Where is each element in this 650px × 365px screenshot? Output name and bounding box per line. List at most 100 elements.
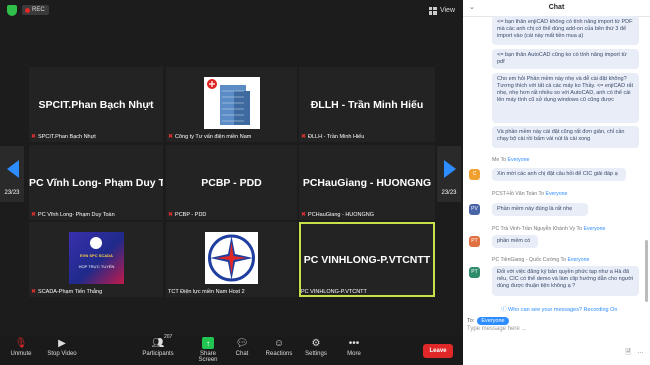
video-tile[interactable]: SPCIT.Phan Bạch Nhựt ✖ SPCIT.Phan Bạch Nh… [29, 67, 163, 142]
video-tile[interactable]: TCT Điện lực miền Nam Host 2 [166, 222, 297, 297]
page-indicator: 23/23 [4, 190, 20, 196]
recipient-selector[interactable]: To: Everyone [467, 317, 509, 325]
tile-label-text: TCT Điện lực miền Nam Host 2 [168, 289, 245, 295]
file-icon[interactable]: 🗎 [625, 348, 631, 359]
participants-label: Participants [142, 351, 174, 357]
recipient-chip[interactable]: Everyone [477, 317, 509, 325]
settings-label: Settings [305, 351, 327, 357]
video-tile[interactable]: PCBP - PDD ✖ PCBP - PDD [166, 145, 297, 220]
video-tile[interactable]: EVN SPC SCADA HỌP TRỰC TUYẾN ✖ SCADA-Phạm… [29, 222, 163, 297]
reactions-label: Reactions [265, 351, 293, 357]
tile-label-text: PCBP - PDD [175, 211, 207, 218]
chat-button[interactable]: 💬︎ Chat [232, 337, 252, 358]
to-word: To [560, 257, 566, 263]
video-tile[interactable]: PC Vĩnh Long- Phạm Duy T... ✖ PC Vĩnh Lon… [29, 145, 163, 220]
avatar: C [469, 169, 480, 180]
recipient-name: Everyone [545, 191, 568, 197]
page-indicator: 23/23 [441, 190, 457, 196]
meeting-topbar: REC View [0, 0, 463, 20]
to-label: To: [467, 318, 475, 324]
more-button[interactable]: ••• More [343, 337, 365, 358]
participant-name: PC VINHLONG-P.VTCNTT [303, 253, 431, 266]
mic-muted-icon: ✖ [168, 134, 174, 140]
video-tile[interactable]: PCHauGiang - HUONGNG ✖ PCHauGiang - HUONG… [299, 145, 435, 220]
chat-footer: ⓘ Who can see your messages? Recording O… [463, 302, 650, 365]
view-button[interactable]: View [428, 5, 455, 16]
mic-muted-icon: ✖ [31, 212, 37, 218]
record-dot-icon [25, 7, 30, 13]
previous-page-button[interactable]: 23/23 [0, 146, 24, 202]
tile-label: ✖ ĐLLH - Trần Minh Hiếu [301, 133, 365, 141]
participants-count: 207 [164, 334, 173, 340]
share-screen-button[interactable]: ↑ Share Screen [191, 337, 225, 363]
tile-label: ✖ SPCIT.Phan Bạch Nhựt [31, 133, 96, 141]
shield-icon[interactable] [7, 5, 17, 16]
chat-input-actions: 🗎 … [625, 348, 644, 359]
recipient-name: Everyone [567, 257, 590, 263]
tile-label: ✖ SCADA-Phạm Tiến Thắng [31, 288, 102, 296]
recipient-name: Everyone [507, 157, 530, 163]
recording-badge[interactable]: REC [22, 5, 49, 15]
video-tile[interactable]: ĐLLH - Trần Minh Hiếu ✖ ĐLLH - Trần Minh … [299, 67, 435, 142]
chat-messages: <= bạn thân enjiCAD không có tính năng i… [463, 16, 643, 302]
microphone-muted-icon: 🎙︎ [14, 337, 28, 349]
chat-scrollbar[interactable] [645, 240, 648, 302]
chat-header: ⌄ Chat [463, 0, 650, 17]
hint-text: Who can see your messages? Recording On [508, 307, 618, 313]
leave-button[interactable]: Leave [423, 344, 453, 358]
view-label: View [439, 7, 455, 14]
mic-muted-icon: ✖ [301, 134, 307, 140]
sign-line-1: EVN SPC SCADA [80, 253, 113, 258]
chat-bubble: Và phần mềm này cài đặt cũng rất đơn giả… [492, 126, 639, 148]
chat-bubble: Xin mời các anh chị đặt câu hỏi để CIC g… [492, 168, 626, 181]
arrow-right-icon [444, 160, 456, 178]
chat-bubble: <= bạn thân enjiCAD không có tính năng i… [492, 16, 639, 45]
stop-video-button[interactable]: ▶ Stop Video [44, 337, 80, 358]
tile-label: ✖ PCHauGiang - HUONGNG [301, 211, 374, 219]
tile-label-text: PC Vĩnh Long- Phạm Duy Toàn [38, 211, 115, 218]
sender-name: PCST-Hồ Văn Toàn [492, 191, 538, 197]
participants-icon: 👥︎ 207 [151, 334, 173, 349]
message-sender: Me To Everyone [492, 157, 529, 163]
video-tile[interactable]: ✖ Công ty Tư vấn điện miền Nam [166, 67, 297, 142]
recipient-name: Everyone [583, 226, 606, 232]
next-page-button[interactable]: 23/23 [437, 146, 461, 202]
recording-privacy-hint[interactable]: ⓘ Who can see your messages? Recording O… [501, 305, 617, 313]
sender-name: PC TiềnGiang - Quốc Cường [492, 257, 560, 263]
chat-bubble: <= bạn thân AutoCAD cũng ko có tính năng… [492, 49, 639, 69]
tile-label: ✖ PCBP - PDD [168, 211, 207, 219]
reactions-button[interactable]: ☺ Reactions [264, 337, 294, 358]
participant-name: ĐLLH - Trần Minh Hiếu [310, 98, 424, 111]
unmute-button[interactable]: 🎙︎ Unmute [7, 337, 35, 358]
chat-title: Chat [548, 4, 565, 11]
sender-name: PC Trà Vinh-Trần Nguyễn Khánh Vy [492, 226, 576, 232]
chat-bubble: Đối với việc đăng ký bản quyền phức tạp … [492, 266, 639, 296]
company-building-image [204, 77, 260, 129]
chat-bubble: phần mềm có [492, 235, 538, 248]
avatar: PT [469, 236, 480, 247]
settings-button[interactable]: ⚙ Settings [304, 337, 328, 358]
share-screen-label: Share Screen [198, 351, 218, 363]
grid-view-icon [428, 6, 437, 15]
participant-name: SPCIT.Phan Bạch Nhựt [38, 98, 154, 111]
more-dots-icon: ••• [348, 337, 360, 349]
chat-panel: ⌄ Chat <= bạn thân enjiCAD không có tính… [463, 0, 650, 365]
participant-name: PCBP - PDD [201, 176, 262, 189]
chat-label: Chat [235, 351, 249, 357]
more-label: More [347, 351, 361, 357]
share-screen-icon: ↑ [202, 337, 214, 349]
chat-input[interactable]: Type message here ... [467, 326, 526, 332]
participants-button[interactable]: 👥︎ 207 Participants [140, 334, 176, 357]
tile-label-text: PC VINHLONG-P.VTCNTT [301, 289, 367, 295]
chat-bubble-icon: 💬︎ [235, 337, 249, 349]
evn-star-logo [205, 232, 258, 284]
active-speaker-tile[interactable]: PC VINHLONG-P.VTCNTT PC VINHLONG-P.VTCNT… [299, 222, 435, 297]
tile-label: PC VINHLONG-P.VTCNTT [301, 289, 367, 295]
recording-label: REC [32, 7, 45, 13]
more-dots-icon[interactable]: … [637, 348, 644, 359]
unmute-label: Unmute [10, 351, 32, 357]
sign-line-2: HỌP TRỰC TUYẾN [78, 264, 115, 269]
meeting-toolbar: 🎙︎ Unmute ▶ Stop Video 👥︎ 207 Participant… [0, 334, 463, 365]
tile-label-text: ĐLLH - Trần Minh Hiếu [308, 133, 365, 140]
tile-label-text: SPCIT.Phan Bạch Nhựt [38, 133, 96, 140]
